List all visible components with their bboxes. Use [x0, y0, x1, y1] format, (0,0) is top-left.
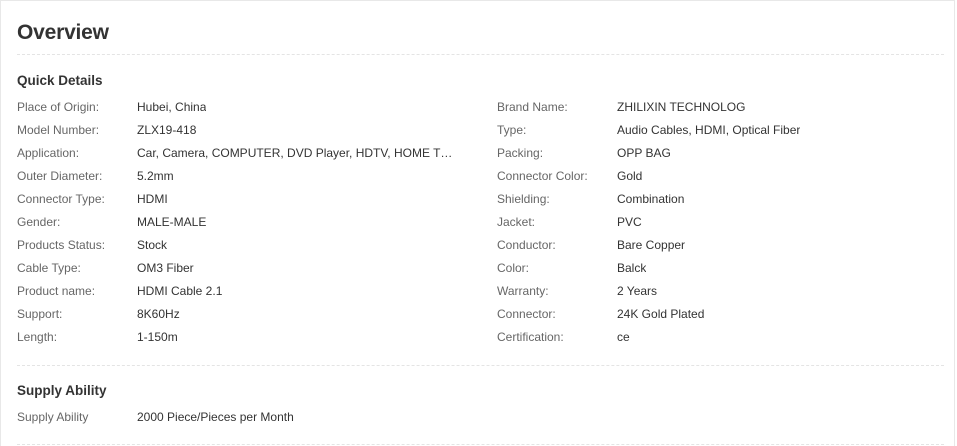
detail-row-connector-type: Connector Type: HDMI — [17, 191, 467, 214]
detail-row-model-number: Model Number: ZLX19-418 — [17, 122, 467, 145]
detail-label: Conductor: — [497, 238, 556, 252]
detail-row-color: Color: Balck — [497, 260, 947, 283]
detail-label: Place of Origin: — [17, 100, 100, 114]
detail-label: Product name: — [17, 284, 96, 298]
detail-value: Combination — [617, 192, 685, 206]
detail-value: HDMI Cable 2.1 — [137, 284, 223, 298]
detail-row-certification: Certification: ce — [497, 329, 947, 352]
detail-value: MALE-MALE — [137, 215, 207, 229]
detail-row-products-status: Products Status: Stock — [17, 237, 467, 260]
detail-label: Certification: — [497, 330, 564, 344]
page-title: Overview — [17, 21, 109, 44]
detail-label: Shielding: — [497, 192, 550, 206]
detail-label: Length: — [17, 330, 58, 344]
detail-label: Type: — [497, 123, 527, 137]
overview-panel: Overview Quick Details Place of Origin: … — [0, 0, 955, 446]
detail-value: ZHILIXIN TECHNOLOG — [617, 100, 746, 114]
title-divider — [17, 54, 944, 55]
detail-label: Support: — [17, 307, 63, 321]
detail-value: Hubei, China — [137, 100, 207, 114]
detail-label: Application: — [17, 146, 80, 160]
detail-row-type: Type: Audio Cables, HDMI, Optical Fiber — [497, 122, 947, 145]
detail-value: 8K60Hz — [137, 307, 180, 321]
detail-row-brand-name: Brand Name: ZHILIXIN TECHNOLOG — [497, 99, 947, 122]
detail-label: Connector Type: — [17, 192, 105, 206]
detail-value: Audio Cables, HDMI, Optical Fiber — [617, 123, 801, 137]
detail-value: 1-150m — [137, 330, 178, 344]
detail-value: HDMI — [137, 192, 168, 206]
detail-value: OM3 Fiber — [137, 261, 194, 275]
detail-value: Balck — [617, 261, 647, 275]
detail-value: Car, Camera, COMPUTER, DVD Player, HDTV,… — [137, 146, 459, 160]
detail-row-conductor: Conductor: Bare Copper — [497, 237, 947, 260]
detail-row-jacket: Jacket: PVC — [497, 214, 947, 237]
detail-row-application: Application: Car, Camera, COMPUTER, DVD … — [17, 145, 467, 168]
detail-row-connector: Connector: 24K Gold Plated — [497, 306, 947, 329]
detail-label: Outer Diameter: — [17, 169, 103, 183]
detail-row-place-of-origin: Place of Origin: Hubei, China — [17, 99, 467, 122]
detail-row-warranty: Warranty: 2 Years — [497, 283, 947, 306]
detail-label: Connector Color: — [497, 169, 588, 183]
detail-label: Connector: — [497, 307, 556, 321]
supply-ability-heading: Supply Ability — [17, 383, 107, 398]
detail-label: Jacket: — [497, 215, 536, 229]
quick-details-divider — [17, 365, 944, 366]
detail-row-support: Support: 8K60Hz — [17, 306, 467, 329]
detail-row-connector-color: Connector Color: Gold — [497, 168, 947, 191]
detail-value: 2 Years — [617, 284, 658, 298]
detail-row-length: Length: 1-150m — [17, 329, 467, 352]
supply-ability-divider — [17, 444, 944, 445]
detail-value: 2000 Piece/Pieces per Month — [137, 410, 294, 424]
detail-label: Cable Type: — [17, 261, 81, 275]
detail-row-packing: Packing: OPP BAG — [497, 145, 947, 168]
detail-row-gender: Gender: MALE-MALE — [17, 214, 467, 237]
quick-details-heading: Quick Details — [17, 73, 103, 88]
detail-value: 5.2mm — [137, 169, 174, 183]
detail-row-supply-ability: Supply Ability 2000 Piece/Pieces per Mon… — [17, 409, 467, 432]
detail-label: Model Number: — [17, 123, 100, 137]
detail-value: ce — [617, 330, 630, 344]
detail-value: 24K Gold Plated — [617, 307, 705, 321]
detail-value: PVC — [617, 215, 642, 229]
detail-label: Products Status: — [17, 238, 106, 252]
detail-row-cable-type: Cable Type: OM3 Fiber — [17, 260, 467, 283]
detail-value: ZLX19-418 — [137, 123, 197, 137]
detail-row-product-name: Product name: HDMI Cable 2.1 — [17, 283, 467, 306]
detail-label: Packing: — [497, 146, 544, 160]
detail-row-outer-diameter: Outer Diameter: 5.2mm — [17, 168, 467, 191]
detail-value: Stock — [137, 238, 168, 252]
detail-value: Bare Copper — [617, 238, 686, 252]
detail-row-shielding: Shielding: Combination — [497, 191, 947, 214]
detail-label: Warranty: — [497, 284, 549, 298]
detail-value: OPP BAG — [617, 146, 671, 160]
detail-label: Color: — [497, 261, 530, 275]
detail-label: Brand Name: — [497, 100, 568, 114]
detail-label: Supply Ability — [17, 410, 89, 424]
detail-label: Gender: — [17, 215, 61, 229]
detail-value: Gold — [617, 169, 643, 183]
